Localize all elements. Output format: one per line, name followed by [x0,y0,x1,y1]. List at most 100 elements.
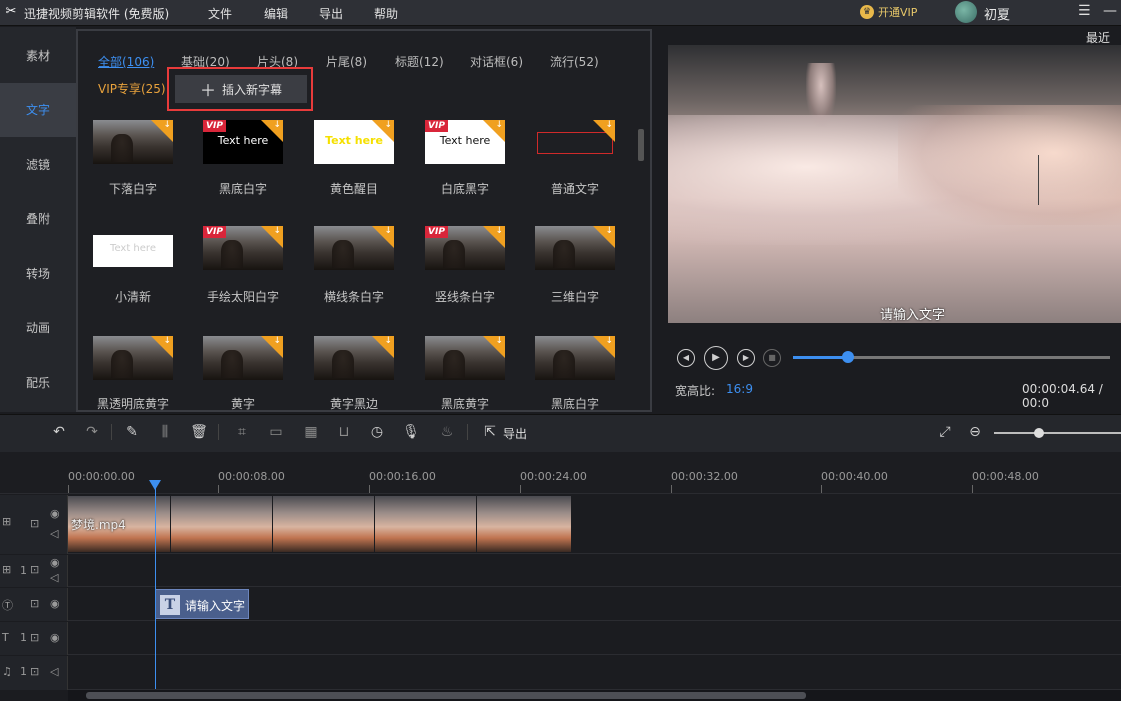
username[interactable]: 初夏 [984,4,1010,23]
hamburger-menu-icon[interactable]: ☰ [1078,3,1091,19]
export-button[interactable]: 导出 [503,425,527,442]
speaker-icon[interactable]: ◁ [50,665,58,678]
template-thumb-5[interactable]: ↓ [535,120,615,164]
menu-help[interactable]: 帮助 [374,5,398,22]
video-clip-thumb[interactable] [375,496,476,552]
playback-progress-knob[interactable] [842,351,854,363]
delete-icon[interactable]: 🗑 [190,423,208,441]
aspect-ratio-value[interactable]: 16:9 [726,382,753,396]
template-thumb-6[interactable]: Text here [93,235,173,267]
ruler-tick-label: 00:00:48.00 [972,470,1039,483]
menu-export[interactable]: 导出 [319,5,343,22]
microphone-icon[interactable]: 🎙 [402,423,420,441]
next-frame-button[interactable]: ▶ [737,349,755,367]
eye-icon[interactable]: ◉ [50,556,60,569]
redo-icon[interactable]: ↷ [83,423,101,441]
undo-icon[interactable]: ↶ [50,423,68,441]
lock-icon[interactable]: ⊡ [30,517,39,530]
sidebar-item-text[interactable]: 文字 [0,83,76,137]
toolbar-divider [218,424,219,440]
category-sidebar: 素材 文字 滤镜 叠附 转场 动画 配乐 [0,27,76,412]
lock-icon[interactable]: ⊡ [30,665,39,678]
zoom-out-icon[interactable]: ⊖ [966,423,984,441]
eye-icon[interactable]: ◉ [50,507,60,520]
clock-icon[interactable]: ◷ [368,423,386,441]
video-clip-name: 梦境.mp4 [71,518,126,532]
speaker-icon[interactable]: ◁ [50,571,58,584]
download-icon: ↓ [273,120,281,130]
video-clip-thumb[interactable] [273,496,374,552]
template-thumb-4[interactable]: Text here VIP ↓ [425,120,505,164]
minimize-button[interactable]: — [1103,3,1117,19]
timeline-scrollbar-thumb[interactable] [86,692,806,699]
audio-level-icon[interactable]: ⊔ [335,423,353,441]
text-track-icon: Ⓣ [2,599,13,612]
template-thumb-15[interactable]: ↓ [535,336,615,380]
template-thumb-13[interactable]: ↓ [314,336,394,380]
download-icon: ↓ [495,226,503,236]
template-thumb-3[interactable]: Text here ↓ [314,120,394,164]
sidebar-item-music[interactable]: 配乐 [0,356,76,410]
template-thumb-12[interactable]: ↓ [203,336,283,380]
mosaic-icon[interactable]: ▦ [302,423,320,441]
crown-icon: ♛ [860,5,874,19]
track-number: 1 [20,564,27,577]
tab-ending[interactable]: 片尾(8) [326,53,367,70]
resize-icon[interactable]: ▭ [267,423,285,441]
overlay-track[interactable] [0,555,1121,587]
speaker-icon[interactable]: ◁ [50,527,58,540]
text-clip[interactable]: T 请输入文字 [155,589,249,619]
sidebar-item-material[interactable]: 素材 [0,29,76,83]
lock-icon[interactable]: ⊡ [30,597,39,610]
tab-all[interactable]: 全部(106) [98,53,154,70]
prev-frame-button[interactable]: ◀ [677,349,695,367]
tab-vip[interactable]: VIP专享(25) [98,80,166,97]
time-readout: 00:00:04.64 / 00:0 [1022,382,1103,410]
menu-file[interactable]: 文件 [208,5,232,22]
template-scrollbar[interactable] [637,119,645,409]
menu-edit[interactable]: 编辑 [264,5,288,22]
sidebar-item-overlay[interactable]: 叠附 [0,192,76,246]
split-icon[interactable]: ⫼ [156,423,174,441]
ruler-tick [972,485,973,493]
sidebar-item-animation[interactable]: 动画 [0,301,76,355]
voice-change-icon[interactable]: ♨ [438,423,456,441]
avatar[interactable] [955,1,977,23]
zoom-slider[interactable] [994,432,1121,434]
lock-icon[interactable]: ⊡ [30,563,39,576]
zoom-slider-knob[interactable] [1034,428,1044,438]
template-thumb-7[interactable]: VIP ↓ [203,226,283,270]
download-icon: ↓ [384,120,392,130]
template-thumb-14[interactable]: ↓ [425,336,505,380]
music-track[interactable] [0,656,1121,690]
tab-popular[interactable]: 流行(52) [550,53,599,70]
eye-icon[interactable]: ◉ [50,597,60,610]
template-scrollbar-thumb[interactable] [638,129,644,161]
lock-icon[interactable]: ⊡ [30,631,39,644]
edit-icon[interactable]: ✎ [123,423,141,441]
stop-button[interactable]: ■ [763,349,781,367]
playhead[interactable] [155,488,156,689]
template-thumb-2[interactable]: Text here VIP ↓ [203,120,283,164]
template-thumb-9[interactable]: VIP ↓ [425,226,505,270]
template-label: 小清新 [114,290,151,304]
export-icon[interactable]: ⇱ [481,423,499,441]
video-clip-thumb[interactable] [477,496,571,552]
fit-timeline-icon[interactable]: ⤢ [936,423,954,441]
template-thumb-11[interactable]: ↓ [93,336,173,380]
eye-icon[interactable]: ◉ [50,631,60,644]
open-vip-button[interactable]: ♛ 开通VIP [860,3,917,21]
template-thumb-8[interactable]: ↓ [314,226,394,270]
tab-title[interactable]: 标题(12) [395,53,444,70]
subtitle-track[interactable] [0,622,1121,655]
template-thumb-1[interactable]: ↓ [93,120,173,164]
sidebar-item-transition[interactable]: 转场 [0,247,76,301]
video-clip-thumb[interactable] [171,496,272,552]
play-button[interactable]: ▶ [704,346,728,370]
preview-overlay-text[interactable]: 请输入文字 [880,304,945,323]
crop-icon[interactable]: ⌗ [233,423,251,441]
template-thumb-10[interactable]: ↓ [535,226,615,270]
template-label: 普通文字 [550,182,599,196]
tab-dialog[interactable]: 对话框(6) [470,53,523,70]
sidebar-item-filter[interactable]: 滤镜 [0,138,76,192]
